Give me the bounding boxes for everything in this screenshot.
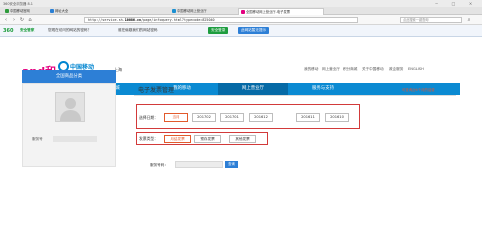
month-option[interactable]: 当月 <box>164 113 188 122</box>
browser-search-input[interactable]: 点此搜索一键查询 <box>400 17 462 23</box>
avatar <box>55 92 85 122</box>
tab-url-directory[interactable]: 网址大全 <box>48 8 88 15</box>
site-favicon-icon <box>241 10 245 14</box>
window-title: 360安全浏览器 8.1 <box>3 2 33 6</box>
top-link-enterprise[interactable]: 政企服务 <box>389 67 403 72</box>
month-option[interactable]: 201701 <box>220 113 244 122</box>
invoice-type-prepaid[interactable]: 预存发票 <box>194 135 221 143</box>
no-warning-button[interactable]: 此网站暂无提示 <box>238 27 270 34</box>
top-link-online-hall[interactable]: 网上营业厅 <box>322 67 340 72</box>
site-favicon-icon <box>5 9 9 13</box>
tab-cmcc-home[interactable]: 中国移动官网 <box>3 8 47 15</box>
masked-phone-number <box>53 136 97 142</box>
sidebar-service-label: 服务号 <box>32 137 43 141</box>
tab-e-invoice[interactable]: 全国移动网上营业厅-电子发票 <box>238 8 324 15</box>
tab-online-hall[interactable]: 中国移动网上营业厅 <box>170 8 236 15</box>
month-option[interactable]: 201612 <box>249 113 273 122</box>
service-number-label: 服务号码： <box>150 163 168 167</box>
history-hint-link[interactable]: 可查询近6个月的话费 <box>402 87 435 92</box>
back-icon[interactable]: ‹ <box>3 17 9 23</box>
browser-toolbar: ‹ › ↻ ⌂ http://service.sh.10086.cn/page/… <box>0 15 482 25</box>
home-icon[interactable]: ⌂ <box>27 17 33 23</box>
tab-strip: 中国移动官网 网址大全 中国移动网上营业厅 全国移动网上营业厅-电子发票 <box>0 7 482 15</box>
month-option[interactable]: 201610 <box>325 113 349 122</box>
search-icon[interactable]: ⌕ <box>466 17 472 23</box>
security-extra-link[interactable]: 谁在偷窥我们的网站密码 <box>118 28 158 33</box>
safe-login-button[interactable]: 安全登录 <box>208 27 229 34</box>
category-menu-button[interactable]: 全国商品分类 <box>22 70 116 83</box>
maximize-button[interactable]: □ <box>447 0 460 7</box>
user-panel: 服务号 <box>22 83 116 167</box>
minimize-button[interactable]: − <box>430 0 443 7</box>
site-favicon-icon <box>50 9 54 13</box>
invoice-type-label: 发票类型： <box>139 136 158 141</box>
avatar-head-icon <box>65 98 76 109</box>
page-title: 电子发票管理 <box>138 87 175 94</box>
service-number-input[interactable] <box>175 161 223 168</box>
top-link-my-mobile[interactable]: 我的移动 <box>304 67 318 72</box>
invoice-type-other[interactable]: 其他发票 <box>229 135 256 143</box>
360-logo: 360 <box>3 28 14 34</box>
top-link-points-mall[interactable]: 积分商城 <box>343 67 357 72</box>
refresh-icon[interactable]: ↻ <box>19 17 25 23</box>
title-divider <box>134 95 456 96</box>
top-link-about[interactable]: 关于中国移动 <box>362 67 384 72</box>
nav-online-hall[interactable]: 网上营业厅 <box>218 83 288 95</box>
window-titlebar: 360安全浏览器 8.1 − □ × <box>0 0 482 7</box>
security-toolbar: 360 安全管家 您现在访问的网站的密码？ 谁在偷窥我们的网站密码 安全登录 此… <box>0 25 482 37</box>
close-window-button[interactable]: × <box>464 0 477 7</box>
top-link-english[interactable]: ENGLISH <box>408 67 424 71</box>
query-button[interactable]: 查询 <box>225 161 238 168</box>
nav-service-support[interactable]: 服务与支持 <box>288 83 358 95</box>
security-warning: 您现在访问的网站的密码？ <box>48 28 92 32</box>
month-option[interactable]: 201702 <box>192 113 216 122</box>
avatar-body-icon <box>60 110 81 121</box>
security-brand: 安全管家 <box>20 28 35 32</box>
date-label: 选择日期： <box>139 115 158 120</box>
site-favicon-icon <box>172 9 176 13</box>
month-option[interactable]: 201611 <box>296 113 320 122</box>
address-bar[interactable]: http://service.sh.10086.cn/page/infoquer… <box>84 17 358 23</box>
invoice-type-monthly[interactable]: 月结发票 <box>164 135 191 143</box>
forward-icon[interactable]: › <box>11 17 17 23</box>
